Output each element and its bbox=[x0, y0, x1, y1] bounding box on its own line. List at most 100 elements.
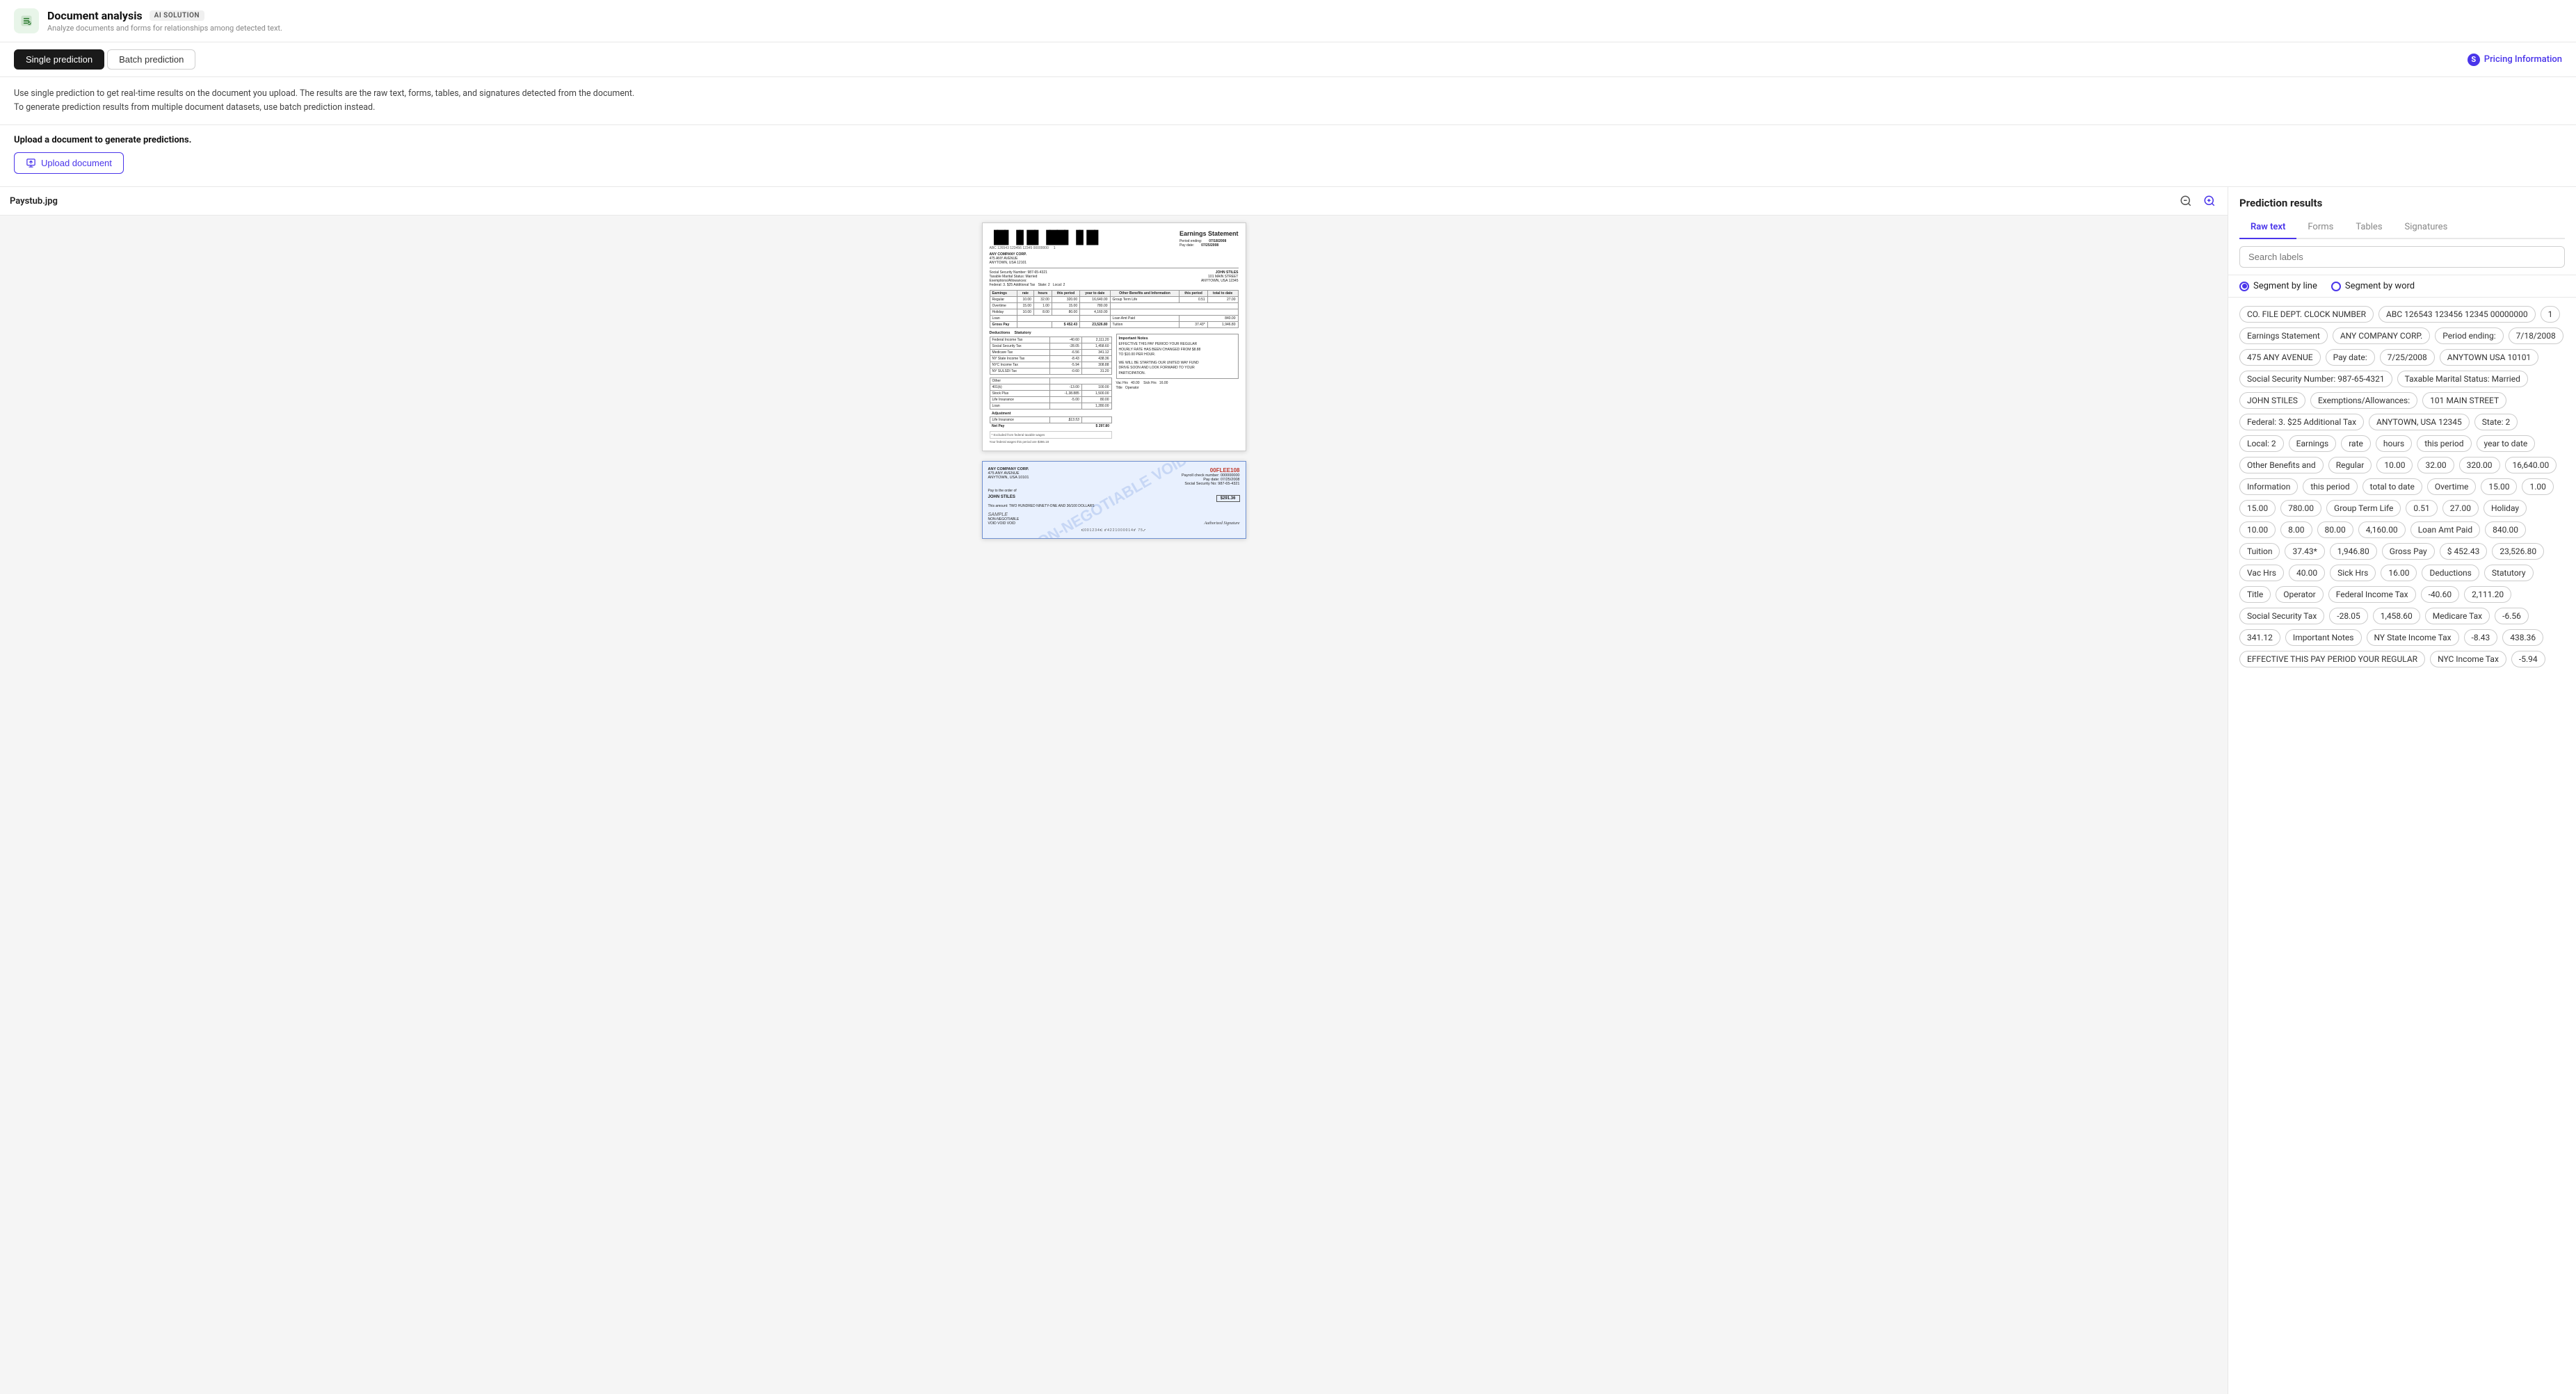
tag-item[interactable]: 1,946.80 bbox=[2330, 543, 2377, 560]
tag-item[interactable]: this period bbox=[2303, 478, 2357, 495]
zoom-out-button[interactable] bbox=[2177, 193, 2194, 209]
tag-item[interactable]: CO. FILE DEPT. CLOCK NUMBER bbox=[2239, 306, 2374, 323]
segment-by-line-option[interactable]: Segment by line bbox=[2239, 281, 2317, 291]
tag-item[interactable]: 8.00 bbox=[2280, 521, 2312, 538]
tag-item[interactable]: $ 452.43 bbox=[2440, 543, 2488, 560]
tag-item[interactable]: ABC 126543 123456 12345 00000000 bbox=[2378, 306, 2536, 323]
tag-item[interactable]: Gross Pay bbox=[2382, 543, 2435, 560]
tag-item[interactable]: Important Notes bbox=[2285, 629, 2362, 646]
tag-item[interactable]: this period bbox=[2417, 435, 2471, 452]
tag-item[interactable]: Local: 2 bbox=[2239, 435, 2284, 452]
tag-item[interactable]: Pay date: bbox=[2326, 349, 2375, 366]
tag-item[interactable]: 341.12 bbox=[2239, 629, 2280, 646]
tag-item[interactable]: 37.43* bbox=[2285, 543, 2324, 560]
pred-tab-forms[interactable]: Forms bbox=[2296, 216, 2344, 239]
tag-item[interactable]: 23,526.80 bbox=[2492, 543, 2544, 560]
tag-item[interactable]: Holiday bbox=[2484, 500, 2527, 517]
tag-item[interactable]: Tuition bbox=[2239, 543, 2280, 560]
tag-item[interactable]: NY State Income Tax bbox=[2367, 629, 2459, 646]
pricing-link[interactable]: S Pricing Information bbox=[2468, 54, 2562, 66]
tag-item[interactable]: Taxable Marital Status: Married bbox=[2397, 371, 2528, 387]
tag-item[interactable]: Deductions bbox=[2422, 565, 2479, 581]
tag-item[interactable]: 10.00 bbox=[2239, 521, 2276, 538]
tag-item[interactable]: Earnings bbox=[2289, 435, 2337, 452]
tag-item[interactable]: -8.43 bbox=[2464, 629, 2498, 646]
tag-item[interactable]: 27.00 bbox=[2442, 500, 2479, 517]
tag-item[interactable]: 101 MAIN STREET bbox=[2422, 392, 2506, 409]
tag-item[interactable]: 475 ANY AVENUE bbox=[2239, 349, 2321, 366]
tab-batch-prediction[interactable]: Batch prediction bbox=[107, 49, 195, 70]
tag-item[interactable]: Overtime bbox=[2427, 478, 2476, 495]
tag-item[interactable]: 4,160.00 bbox=[2358, 521, 2406, 538]
tag-item[interactable]: 0.51 bbox=[2406, 500, 2437, 517]
tag-item[interactable]: 1 bbox=[2541, 306, 2561, 323]
tag-item[interactable]: Medicare Tax bbox=[2425, 608, 2490, 624]
tag-item[interactable]: Operator bbox=[2276, 586, 2323, 603]
tag-item[interactable]: ANYTOWN USA 10101 bbox=[2440, 349, 2538, 366]
tag-item[interactable]: Statutory bbox=[2484, 565, 2534, 581]
tag-item[interactable]: -40.60 bbox=[2421, 586, 2459, 603]
tag-item[interactable]: 10.00 bbox=[2376, 457, 2413, 473]
tag-item[interactable]: -28.05 bbox=[2329, 608, 2367, 624]
tag-item[interactable]: ANY COMPANY CORP. bbox=[2333, 327, 2430, 344]
tag-item[interactable]: rate bbox=[2341, 435, 2371, 452]
tag-item[interactable]: year to date bbox=[2477, 435, 2536, 452]
tag-item[interactable]: 780.00 bbox=[2280, 500, 2321, 517]
tag-item[interactable]: total to date bbox=[2362, 478, 2422, 495]
segment-by-line-radio[interactable] bbox=[2239, 282, 2249, 291]
tag-item[interactable]: Other Benefits and bbox=[2239, 457, 2324, 473]
tag-item[interactable]: 80.00 bbox=[2317, 521, 2353, 538]
tag-item[interactable]: -5.94 bbox=[2511, 651, 2545, 667]
segment-by-word-option[interactable]: Segment by word bbox=[2331, 281, 2415, 291]
info-line2: To generate prediction results from mult… bbox=[14, 101, 2562, 115]
tag-item[interactable]: Loan Amt Paid bbox=[2410, 521, 2480, 538]
pred-tab-rawtext[interactable]: Raw text bbox=[2239, 216, 2296, 239]
tag-item[interactable]: 1.00 bbox=[2522, 478, 2553, 495]
tag-item[interactable]: 7/18/2008 bbox=[2509, 327, 2563, 344]
tag-item[interactable]: Sick Hrs bbox=[2330, 565, 2376, 581]
tag-item[interactable]: -6.56 bbox=[2495, 608, 2529, 624]
tag-item[interactable]: Group Term Life bbox=[2326, 500, 2401, 517]
tag-item[interactable]: 840.00 bbox=[2485, 521, 2526, 538]
search-input[interactable] bbox=[2239, 246, 2565, 268]
pred-tab-tables[interactable]: Tables bbox=[2344, 216, 2393, 239]
tag-item[interactable]: 438.36 bbox=[2502, 629, 2543, 646]
tag-item[interactable]: Information bbox=[2239, 478, 2298, 495]
tag-item[interactable]: 32.00 bbox=[2417, 457, 2454, 473]
doc-filename: Paystub.jpg bbox=[10, 196, 58, 206]
doc-toolbar: Paystub.jpg bbox=[0, 187, 2228, 216]
tag-item[interactable]: Exemptions/Allowances: bbox=[2310, 392, 2417, 409]
pred-tab-signatures[interactable]: Signatures bbox=[2394, 216, 2459, 239]
doc-scroll[interactable]: ▐█▌▐▌█▌▐██▌▐▌█▌ ABC 126543 123456 12345 … bbox=[0, 216, 2228, 1394]
tag-item[interactable]: 16.00 bbox=[2381, 565, 2417, 581]
tag-item[interactable]: NYC Income Tax bbox=[2430, 651, 2506, 667]
tab-single-prediction[interactable]: Single prediction bbox=[14, 49, 104, 70]
tag-item[interactable]: EFFECTIVE THIS PAY PERIOD YOUR REGULAR bbox=[2239, 651, 2425, 667]
tag-item[interactable]: Regular bbox=[2328, 457, 2372, 473]
tag-item[interactable]: Vac Hrs bbox=[2239, 565, 2284, 581]
tag-item[interactable]: Federal Income Tax bbox=[2328, 586, 2416, 603]
tag-item[interactable]: JOHN STILES bbox=[2239, 392, 2305, 409]
tag-item[interactable]: Title bbox=[2239, 586, 2271, 603]
tag-item[interactable]: ANYTOWN, USA 12345 bbox=[2369, 414, 2470, 430]
tag-item[interactable]: State: 2 bbox=[2474, 414, 2518, 430]
upload-button[interactable]: Upload document bbox=[14, 152, 124, 174]
tag-item[interactable]: 15.00 bbox=[2239, 500, 2276, 517]
segment-by-word-radio[interactable] bbox=[2331, 282, 2341, 291]
tag-item[interactable]: 16,640.00 bbox=[2505, 457, 2557, 473]
tag-item[interactable]: 320.00 bbox=[2459, 457, 2500, 473]
tag-item[interactable]: Period ending: bbox=[2435, 327, 2503, 344]
tag-item[interactable]: hours bbox=[2376, 435, 2412, 452]
tag-item[interactable]: 2,111.20 bbox=[2464, 586, 2511, 603]
pred-tabs: Raw text Forms Tables Signatures bbox=[2239, 216, 2565, 239]
barcode: ▐█▌▐▌█▌▐██▌▐▌█▌ bbox=[990, 230, 1102, 245]
tag-item[interactable]: 1,458.60 bbox=[2373, 608, 2420, 624]
tag-item[interactable]: Federal: 3. $25 Additional Tax bbox=[2239, 414, 2364, 430]
tag-item[interactable]: 15.00 bbox=[2481, 478, 2517, 495]
tag-item[interactable]: 40.00 bbox=[2289, 565, 2325, 581]
tag-item[interactable]: Social Security Tax bbox=[2239, 608, 2324, 624]
zoom-in-button[interactable] bbox=[2201, 193, 2218, 209]
tag-item[interactable]: 7/25/2008 bbox=[2380, 349, 2435, 366]
tag-item[interactable]: Social Security Number: 987-65-4321 bbox=[2239, 371, 2392, 387]
tag-item[interactable]: Earnings Statement bbox=[2239, 327, 2328, 344]
